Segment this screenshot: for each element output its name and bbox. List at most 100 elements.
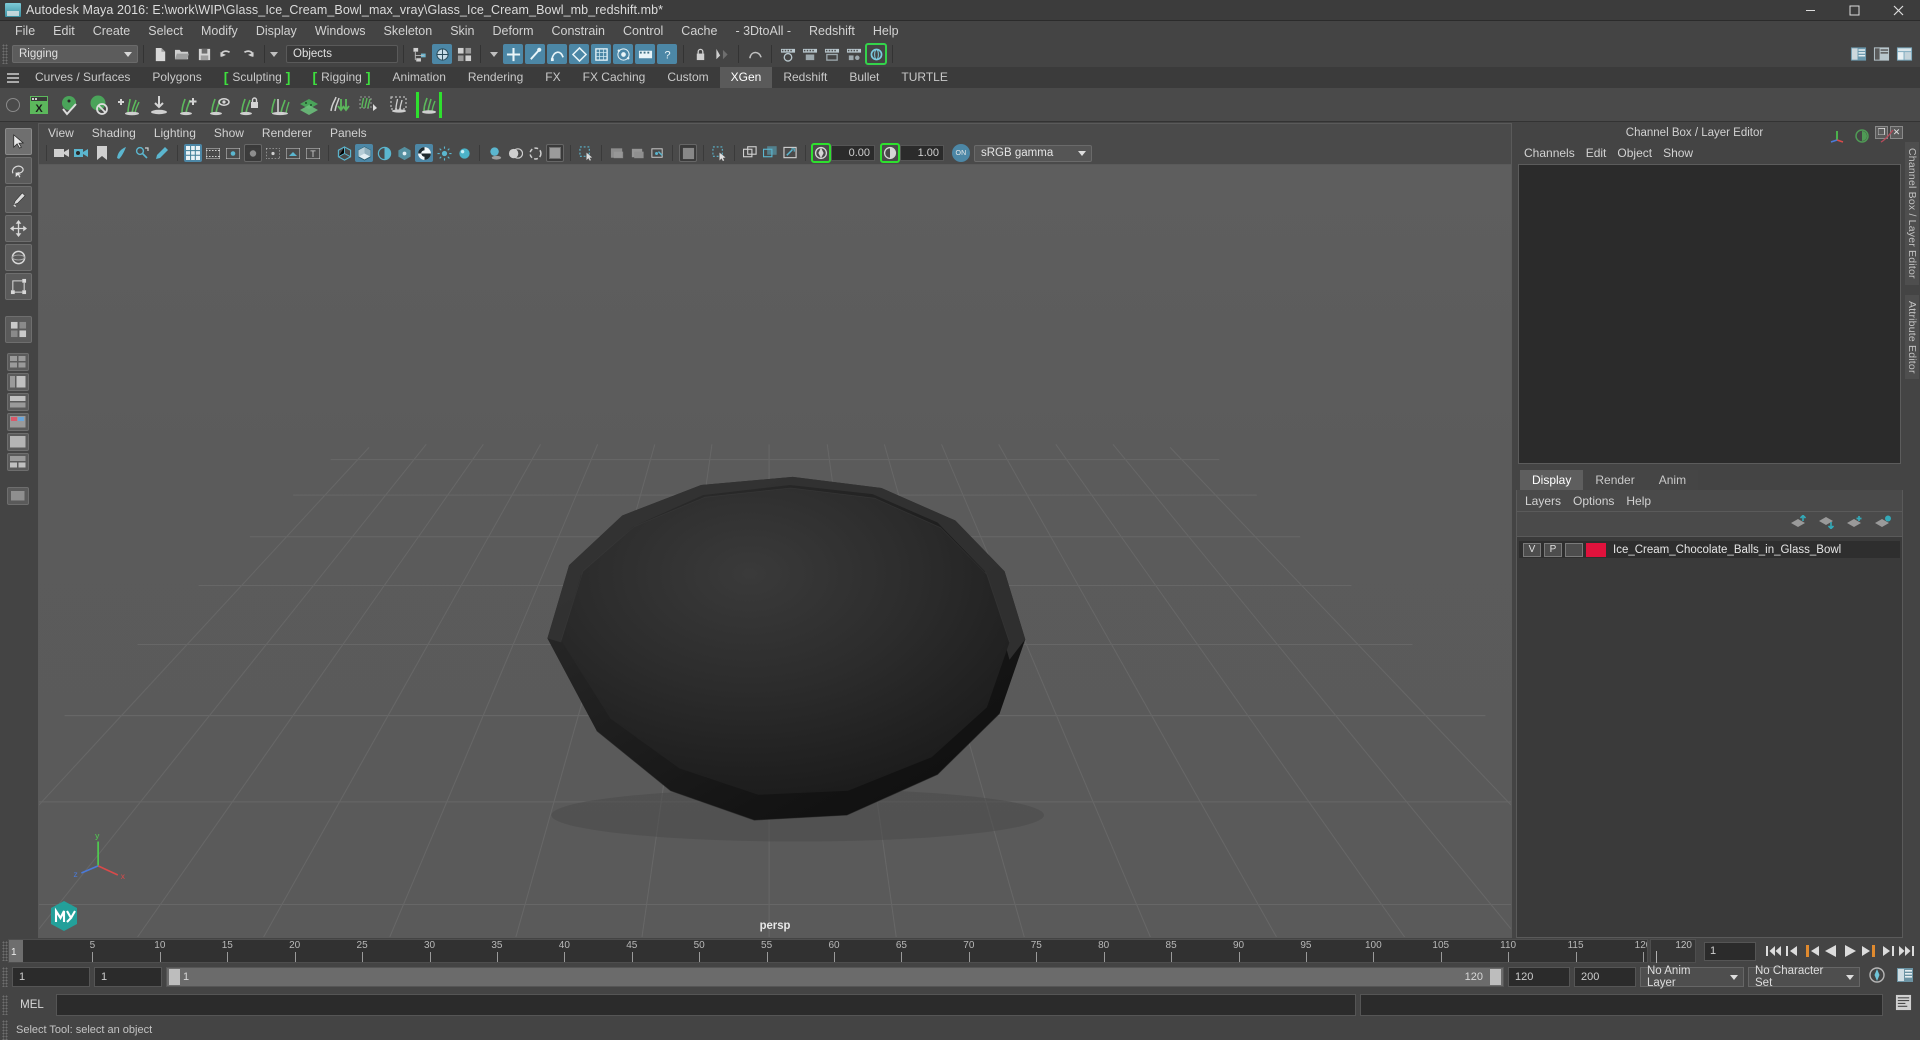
minimize-button[interactable] (1788, 0, 1832, 21)
layer-menu-layers[interactable]: Layers (1525, 492, 1573, 510)
shelf-tab-rendering[interactable]: Rendering (457, 67, 534, 88)
motion-trail-icon[interactable] (1879, 128, 1895, 149)
select-by-component-icon[interactable] (454, 44, 474, 64)
xray-joints-icon[interactable] (628, 144, 646, 162)
channel-menu-object[interactable]: Object (1617, 144, 1663, 162)
exposure-reset-icon[interactable] (679, 144, 697, 162)
layout-persp-graph-button[interactable] (7, 393, 29, 411)
layout-persp-outliner-button[interactable] (7, 373, 29, 391)
menu-redshift[interactable]: Redshift (800, 22, 864, 40)
rotate-tool-button[interactable] (4, 244, 32, 271)
perspective-viewport[interactable]: persp y x z (38, 164, 1512, 938)
tab-anim-layers[interactable]: Anim (1646, 470, 1699, 490)
motion-blur-icon[interactable] (526, 144, 544, 162)
render-settings-icon[interactable] (844, 44, 864, 64)
rendering-mask-icon[interactable] (635, 44, 655, 64)
layer-playback-toggle[interactable]: P (1544, 542, 1562, 557)
play-backwards-icon[interactable] (1821, 942, 1840, 961)
shelf-tab-turtle[interactable]: TURTLE (890, 67, 958, 88)
color-management-toggle[interactable]: ON (952, 144, 970, 162)
range-end-field[interactable]: 120 (1508, 967, 1570, 987)
shelf-tab-bullet[interactable]: Bullet (838, 67, 890, 88)
menu-set-selector[interactable]: Rigging (12, 45, 138, 63)
viewport-menu-shading[interactable]: Shading (83, 125, 145, 141)
step-back-frame-icon[interactable] (1802, 942, 1821, 961)
shadows-icon[interactable] (486, 144, 504, 162)
step-forward-frame-icon[interactable] (1859, 942, 1878, 961)
layout-hypershade-persp-button[interactable] (7, 413, 29, 431)
layout-persp-button[interactable] (7, 433, 29, 451)
layer-menu-help[interactable]: Help (1626, 492, 1663, 510)
move-layer-up-icon[interactable] (1790, 513, 1808, 534)
selection-mask-chevron-icon[interactable] (270, 51, 278, 57)
layer-row[interactable]: V P Ice_Cream_Chocolate_Balls_in_Glass_B… (1519, 541, 1900, 558)
step-forward-keyframe-icon[interactable] (1878, 942, 1897, 961)
safe-title-icon[interactable]: T (304, 144, 322, 162)
smooth-shade-all-icon[interactable] (355, 144, 373, 162)
viewport-menu-renderer[interactable]: Renderer (253, 125, 321, 141)
anim-layer-ic on[interactable] (1854, 128, 1870, 149)
resolution-gate-icon[interactable] (224, 144, 242, 162)
deformations-mask-icon[interactable] (591, 44, 611, 64)
select-tool-button[interactable] (4, 128, 32, 155)
menu-constrain[interactable]: Constrain (543, 22, 615, 40)
grid-toggle-icon[interactable] (184, 144, 202, 162)
single-perspective-view-button[interactable] (7, 487, 29, 505)
grease-pencil-icon[interactable] (153, 144, 171, 162)
maya-logo-gizmo[interactable] (47, 899, 81, 933)
gamma-icon[interactable] (880, 143, 900, 163)
xgen-groom-add-icon[interactable] (175, 91, 203, 119)
isolate-select-icon[interactable] (577, 144, 595, 162)
close-button[interactable] (1876, 0, 1920, 21)
redo-icon[interactable] (238, 44, 258, 64)
play-forwards-icon[interactable] (1840, 942, 1859, 961)
wireframe-on-shaded-icon[interactable] (415, 144, 433, 162)
range-bar-grip[interactable] (2, 967, 8, 987)
anim-layer-selector[interactable]: No Anim Layer (1640, 965, 1744, 989)
viewport-menu-show[interactable]: Show (205, 125, 253, 141)
new-layer-icon[interactable] (1846, 515, 1864, 534)
shelf-tab-sculpting[interactable]: [Sculpting] (213, 67, 302, 88)
character-set-selector[interactable]: No Character Set (1748, 965, 1860, 989)
flat-shade-icon[interactable] (395, 144, 413, 162)
select-by-hierarchy-icon[interactable] (410, 44, 430, 64)
menu-control[interactable]: Control (614, 22, 672, 40)
layout-four-view-button[interactable] (7, 353, 29, 371)
command-line-grip[interactable] (2, 995, 8, 1015)
menu-create[interactable]: Create (84, 22, 140, 40)
xgen-scatter-icon[interactable] (295, 91, 323, 119)
open-channel-box-icon[interactable] (1894, 44, 1914, 64)
undo-icon[interactable] (216, 44, 236, 64)
joints-mask-icon[interactable] (525, 44, 545, 64)
component-mask-chevron-icon[interactable] (490, 51, 498, 57)
screen-space-ao-icon[interactable] (506, 144, 524, 162)
tab-render-layers[interactable]: Render (1583, 470, 1647, 490)
selection-mask-field[interactable]: Objects (286, 45, 398, 63)
menu-modify[interactable]: Modify (192, 22, 247, 40)
shelf-tab-animation[interactable]: Animation (382, 67, 457, 88)
shelf-tab-fx-caching[interactable]: FX Caching (572, 67, 657, 88)
xgen-editor-icon[interactable]: X (25, 91, 53, 119)
viewport-menu-panels[interactable]: Panels (321, 125, 376, 141)
menu-3dtoall[interactable]: - 3DtoAll - (726, 22, 800, 40)
smooth-shade-selected-icon[interactable] (375, 144, 393, 162)
channel-menu-edit[interactable]: Edit (1586, 144, 1618, 162)
xgen-preview-icon[interactable] (55, 91, 83, 119)
xgen-render-icon[interactable] (85, 91, 113, 119)
xgen-groom-visibility-icon[interactable] (205, 91, 233, 119)
shelf-tab-xgen[interactable]: XGen (719, 67, 773, 88)
xgen-clump-icon[interactable] (325, 91, 353, 119)
xray-icon[interactable] (608, 144, 626, 162)
camera-attributes-icon[interactable] (73, 144, 91, 162)
layer-type-toggle[interactable] (1565, 542, 1583, 557)
select-by-object-icon[interactable] (432, 44, 452, 64)
current-time-indicator[interactable]: 1 (9, 940, 23, 962)
move-layer-down-icon[interactable] (1818, 515, 1836, 534)
shelf-tab-custom[interactable]: Custom (656, 67, 719, 88)
statusline-grip[interactable] (2, 44, 8, 64)
render-region-icon[interactable] (822, 44, 842, 64)
channel-box-field-area[interactable] (1518, 164, 1901, 464)
open-tool-settings-icon[interactable] (1871, 44, 1891, 64)
default-light-icon[interactable] (455, 144, 473, 162)
go-to-end-icon[interactable] (1897, 942, 1916, 961)
